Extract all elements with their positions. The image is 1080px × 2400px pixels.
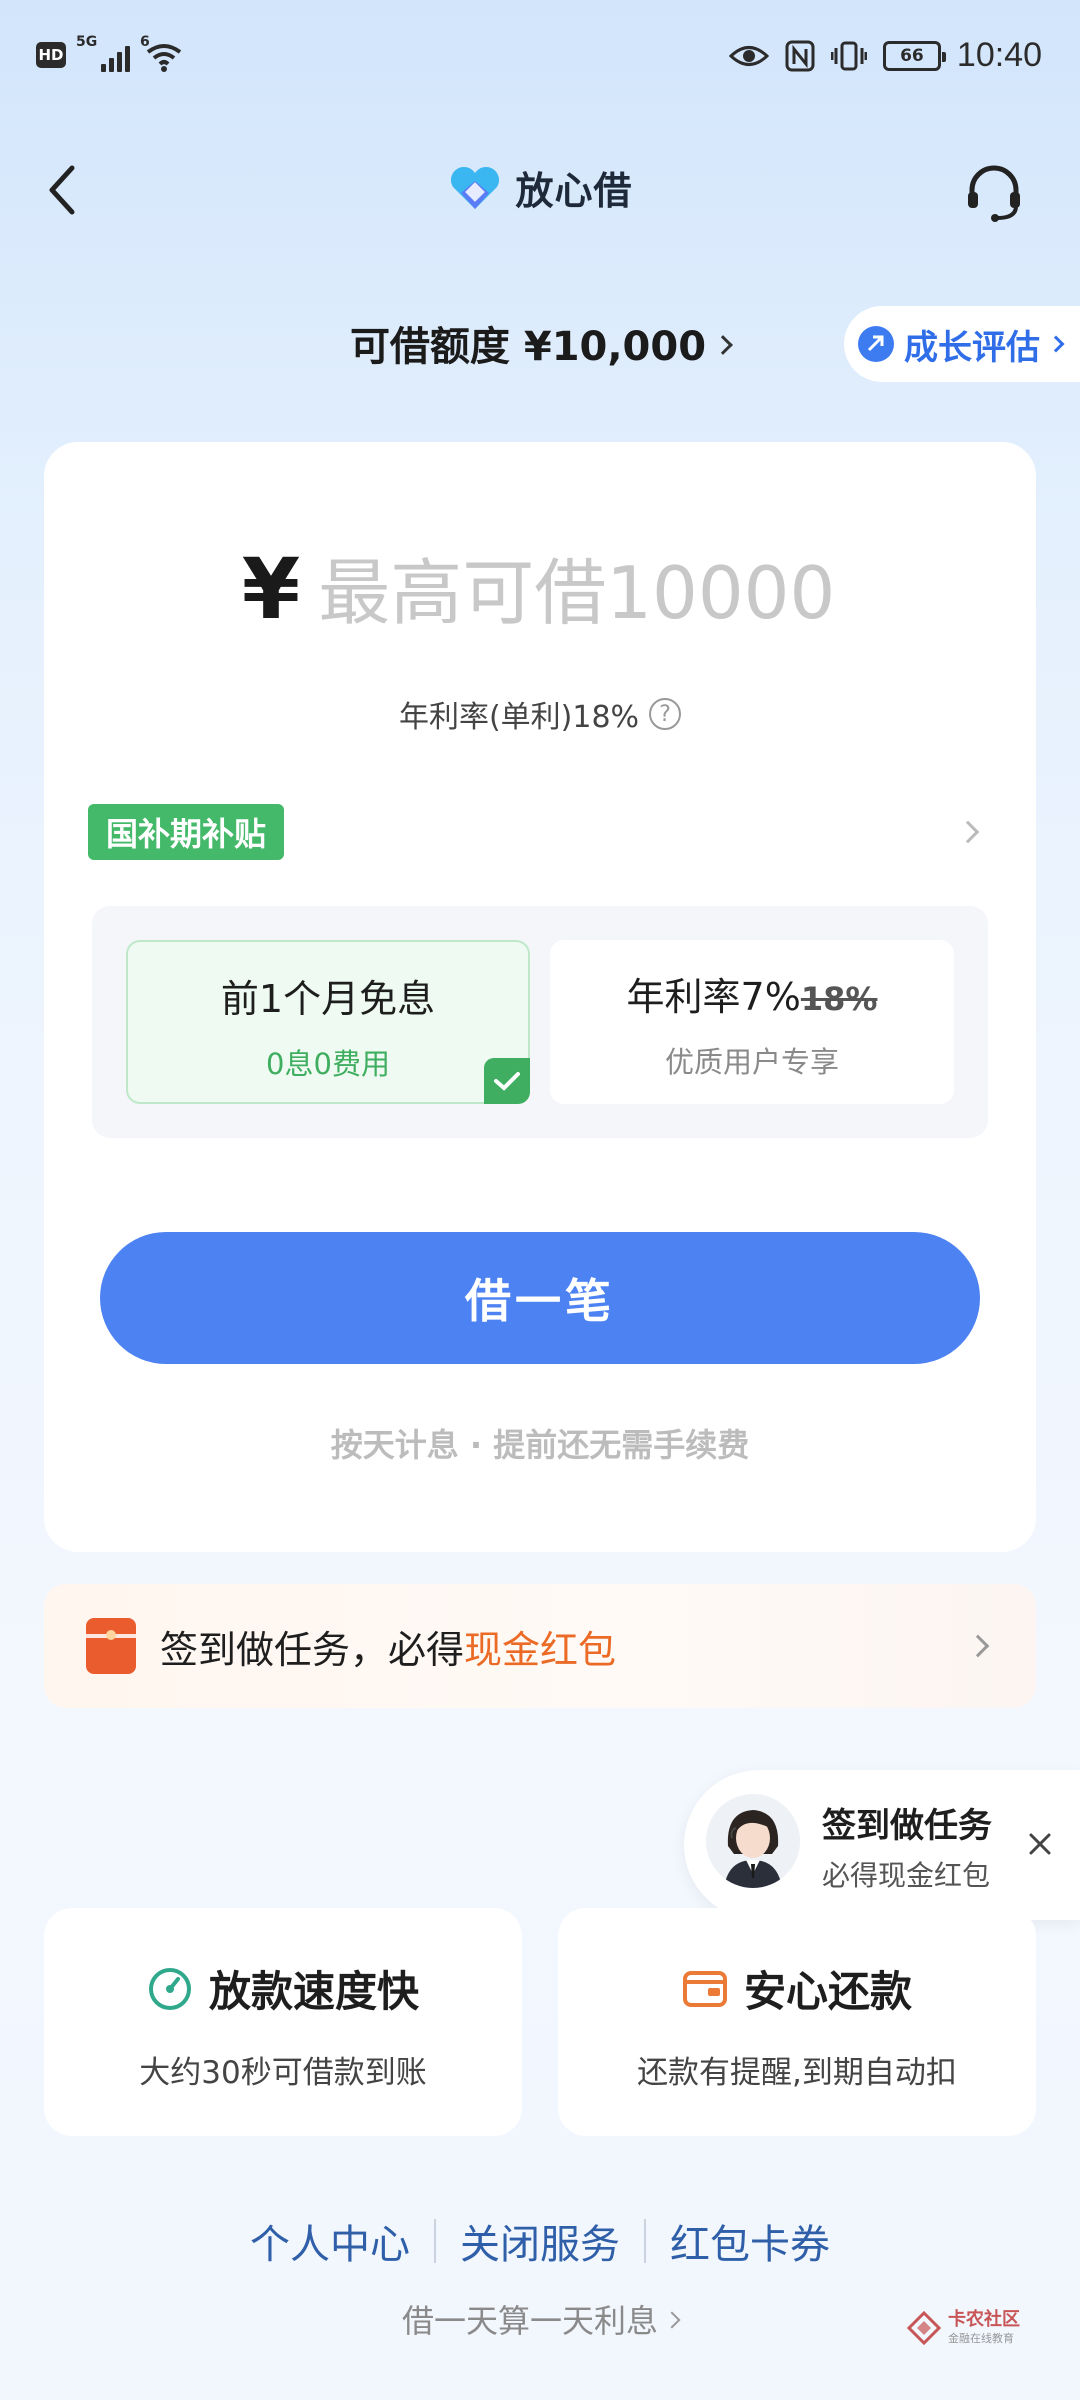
watermark-subtitle: 金融在线教育 xyxy=(948,2332,1014,2345)
offer-option-low-rate[interactable]: 年利率7%18% 优质用户专享 xyxy=(550,940,954,1104)
watermark: 卡农社区 金融在线教育 xyxy=(906,2310,1020,2346)
feature-head: 安心还款 xyxy=(558,1958,1036,2019)
status-bar: HD 5G 6 66 10:40 xyxy=(0,0,1080,118)
offer-rate-original: 18% xyxy=(800,980,878,1018)
brand-name: 放心借 xyxy=(515,169,633,213)
amount-input[interactable] xyxy=(318,551,839,635)
hd-badge: HD xyxy=(36,42,66,68)
chevron-right-icon xyxy=(663,2311,681,2329)
offer-option-subtitle: 0息0费用 xyxy=(266,1047,390,1081)
chevron-right-icon xyxy=(966,1634,990,1658)
growth-evaluation-label: 成长评估 xyxy=(904,327,1040,368)
annual-rate-text: 年利率(单利)18% xyxy=(398,700,640,735)
borrow-button[interactable]: 借一笔 xyxy=(100,1232,980,1364)
headset-icon xyxy=(968,165,1020,222)
vibrate-icon xyxy=(830,41,867,70)
feature-title: 安心还款 xyxy=(743,1967,912,2016)
loan-card: ¥ 年利率(单利)18% ? 国补期补贴 前1个月免息 0息0费用 年利率7%1… xyxy=(44,442,1036,1552)
feature-title: 放款速度快 xyxy=(208,1967,419,2016)
subsidy-tag: 国补期补贴 xyxy=(88,804,285,860)
task-banner-prefix: 签到做任务，必得 xyxy=(160,1627,465,1672)
interest-note: 按天计息 · 提前还无需手续费 xyxy=(330,1426,750,1464)
wallet-icon xyxy=(682,1970,727,2007)
chevron-right-icon xyxy=(713,335,733,355)
watermark-logo-icon xyxy=(906,2310,942,2346)
red-envelope-icon xyxy=(86,1618,136,1674)
feature-subtitle: 还款有提醒,到期自动扣 xyxy=(637,2055,957,2091)
floating-task-popup[interactable]: 签到做任务 必得现金红包 xyxy=(684,1770,1080,1920)
brand-logo-icon xyxy=(451,166,500,209)
bottom-links: 个人中心 关闭服务 红包卡券 xyxy=(0,2212,1080,2270)
battery-indicator: 66 xyxy=(882,40,946,71)
help-icon[interactable]: ? xyxy=(649,698,682,730)
feature-card-safe-repayment: 安心还款 还款有提醒,到期自动扣 xyxy=(558,1908,1036,2136)
status-right: 66 10:40 xyxy=(728,36,1042,75)
feature-subtitle: 大约30秒可借款到账 xyxy=(139,2055,427,2091)
personal-center-link[interactable]: 个人中心 xyxy=(226,2212,434,2270)
status-left: HD 5G 6 xyxy=(36,34,188,72)
daily-interest-text: 借一天算一天利息 xyxy=(401,2302,658,2340)
customer-service-button[interactable] xyxy=(962,160,1026,224)
floating-task-subtitle: 必得现金红包 xyxy=(822,1859,991,1892)
speed-dial-icon xyxy=(148,1967,191,2010)
close-icon[interactable] xyxy=(1026,1830,1054,1858)
offer-options: 前1个月免息 0息0费用 年利率7%18% 优质用户专享 xyxy=(92,906,988,1138)
eye-comfort-icon xyxy=(728,45,769,66)
nfc-icon xyxy=(785,40,815,71)
coupons-link[interactable]: 红包卡券 xyxy=(646,2212,854,2270)
feature-head: 放款速度快 xyxy=(44,1958,522,2019)
watermark-title: 卡农社区 xyxy=(948,2309,1020,2330)
offer-rate-main: 年利率7% xyxy=(626,975,801,1019)
chevron-right-icon xyxy=(1047,335,1065,353)
arrow-up-icon xyxy=(858,326,894,362)
clock: 10:40 xyxy=(956,36,1042,74)
amount-row: ¥ xyxy=(44,540,1036,638)
task-banner[interactable]: 签到做任务，必得现金红包 xyxy=(44,1584,1036,1708)
credit-quota-label: 可借额度 ¥10,000 xyxy=(349,324,707,370)
checkmark-icon xyxy=(484,1058,530,1104)
wifi-icon: 6 xyxy=(140,34,188,72)
offer-option-interest-free[interactable]: 前1个月免息 0息0费用 xyxy=(126,940,530,1104)
growth-evaluation-button[interactable]: 成长评估 xyxy=(844,306,1080,382)
task-banner-highlight: 现金红包 xyxy=(464,1627,617,1672)
close-service-link[interactable]: 关闭服务 xyxy=(436,2212,644,2270)
rate-row: 年利率(单利)18% ? xyxy=(44,692,1036,736)
floating-task-title: 签到做任务 xyxy=(822,1806,992,1846)
cellular-signal-icon: 5G xyxy=(76,34,130,72)
wifi-version-label: 6 xyxy=(140,34,150,50)
offer-option-title: 年利率7%18% xyxy=(550,966,954,1021)
chevron-right-icon[interactable] xyxy=(956,820,980,844)
assistant-avatar xyxy=(706,1794,800,1888)
network-type-label: 5G xyxy=(76,34,98,50)
feature-card-fast-disbursement: 放款速度快 大约30秒可借款到账 xyxy=(44,1908,522,2136)
brand-title: 放心借 xyxy=(0,160,1080,215)
currency-symbol: ¥ xyxy=(241,540,301,638)
task-banner-text: 签到做任务，必得现金红包 xyxy=(160,1619,616,1674)
offer-option-subtitle: 优质用户专享 xyxy=(664,1045,839,1079)
offer-option-title: 前1个月免息 xyxy=(220,977,436,1021)
